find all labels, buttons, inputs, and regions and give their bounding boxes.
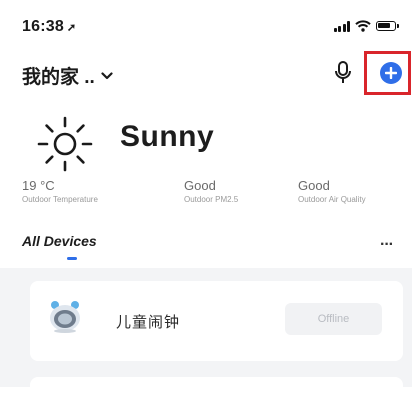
wifi-icon [355, 20, 371, 32]
metric-value: Good [184, 178, 216, 193]
home-title: 我的家 .. [22, 67, 95, 88]
weather-condition: Sunny [120, 120, 215, 153]
metric-value: 19 °C [22, 178, 55, 193]
outdoor-pm25-metric: Good Outdoor PM2.5 [184, 178, 238, 204]
battery-icon [376, 21, 399, 31]
sun-icon [37, 116, 93, 172]
outdoor-air-quality-metric: Good Outdoor Air Quality [298, 178, 366, 204]
add-device-button[interactable] [380, 62, 402, 84]
device-status-badge: Offline [285, 303, 382, 335]
more-options-icon[interactable]: ··· [380, 236, 394, 254]
location-arrow-icon: ➚ [66, 22, 77, 34]
signal-icon [333, 20, 350, 32]
active-tab-indicator [67, 257, 77, 260]
chevron-down-icon [101, 71, 113, 79]
metric-label: Outdoor Air Quality [298, 195, 366, 204]
microphone-icon[interactable] [334, 60, 352, 86]
device-card[interactable] [30, 377, 403, 407]
tab-all-devices[interactable]: All Devices [22, 233, 97, 249]
outdoor-temperature-metric: 19 °C Outdoor Temperature [22, 178, 98, 204]
status-time-text: 16:38 [22, 18, 64, 35]
status-time: 16:38 ➚ [22, 18, 76, 36]
metric-label: Outdoor PM2.5 [184, 195, 239, 204]
alarm-clock-device-icon [50, 301, 80, 333]
metric-value: Good [298, 178, 330, 193]
home-selector[interactable]: 我的家 .. [22, 62, 113, 89]
plus-icon [385, 67, 397, 79]
metric-label: Outdoor Temperature [22, 195, 98, 204]
device-name: 儿童闹钟 [116, 314, 181, 331]
status-icons [333, 18, 399, 34]
